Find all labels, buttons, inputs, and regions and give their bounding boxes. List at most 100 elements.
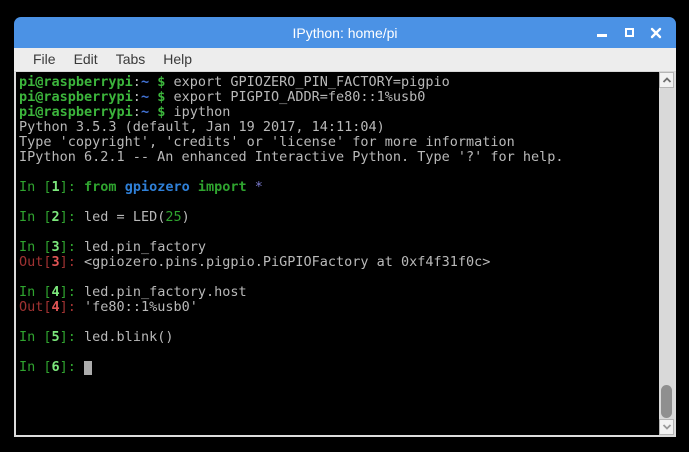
terminal-text-segment: ~ xyxy=(141,74,149,90)
terminal-text-segment: 'fe80::1%usb0' xyxy=(84,299,198,315)
terminal-text-segment: In [ xyxy=(19,179,52,195)
terminal-text-segment: Type 'copyright', 'credits' or 'license'… xyxy=(19,134,515,150)
terminal-line xyxy=(19,270,659,285)
terminal-text-segment: import xyxy=(198,179,247,195)
terminal-line: pi@raspberrypi:~ $ export PIGPIO_ADDR=fe… xyxy=(19,90,659,105)
close-icon xyxy=(650,27,662,39)
terminal-text-segment: <gpiozero.pins.pigpio.PiGPIOFactory at 0… xyxy=(84,254,490,270)
terminal-text-segment: In [ xyxy=(19,284,52,300)
chevron-up-icon xyxy=(662,76,672,84)
minimize-icon xyxy=(597,34,607,37)
terminal-window: IPython: home/pi File Edit Tabs Help xyxy=(14,17,676,437)
terminal-cursor xyxy=(84,361,92,375)
terminal-text-segment: from xyxy=(84,179,117,195)
terminal-text-segment: export GPIOZERO_PIN_FACTORY=pigpio xyxy=(165,74,449,90)
terminal-line: Type 'copyright', 'credits' or 'license'… xyxy=(19,135,659,150)
terminal-text-segment: 1 xyxy=(52,179,60,195)
terminal-text-segment: led.pin_factory xyxy=(84,239,206,255)
terminal-text-segment: ]: xyxy=(60,284,84,300)
terminal-text-segment: ]: xyxy=(60,209,84,225)
terminal-output[interactable]: pi@raspberrypi:~ $ export GPIOZERO_PIN_F… xyxy=(16,72,659,435)
terminal-text-segment: led.pin_factory.host xyxy=(84,284,247,300)
terminal-line: Out[4]: 'fe80::1%usb0' xyxy=(19,300,659,315)
terminal-text-segment: : xyxy=(133,104,141,120)
terminal-text-segment: 3 xyxy=(52,239,60,255)
terminal-line: Out[3]: <gpiozero.pins.pigpio.PiGPIOFact… xyxy=(19,255,659,270)
terminal-line: In [6]: xyxy=(19,360,659,375)
terminal-text-segment: $ xyxy=(149,74,165,90)
terminal-line: Python 3.5.3 (default, Jan 19 2017, 14:1… xyxy=(19,120,659,135)
terminal-text-segment: 3 xyxy=(52,254,60,270)
menu-item-file[interactable]: File xyxy=(24,49,65,70)
terminal-text-segment: Out[ xyxy=(19,299,52,315)
terminal-line xyxy=(19,225,659,240)
titlebar[interactable]: IPython: home/pi xyxy=(14,17,676,48)
terminal-line: In [5]: led.blink() xyxy=(19,330,659,345)
terminal-text-segment: ]: xyxy=(60,299,84,315)
terminal-text-segment: 6 xyxy=(52,359,60,375)
terminal-text-segment: $ xyxy=(149,104,165,120)
terminal-text-segment: ]: xyxy=(60,329,84,345)
terminal-text-segment: * xyxy=(255,179,263,195)
terminal-text-segment: ) xyxy=(182,209,190,225)
scroll-up-button[interactable] xyxy=(659,72,674,88)
terminal-text-segment: led.blink() xyxy=(84,329,173,345)
terminal-text-segment: : xyxy=(133,74,141,90)
terminal-line: In [2]: led = LED(25) xyxy=(19,210,659,225)
menu-item-help[interactable]: Help xyxy=(154,49,201,70)
menu-item-edit[interactable]: Edit xyxy=(65,49,107,70)
terminal-text-segment: ]: xyxy=(60,254,84,270)
terminal-text-segment: 4 xyxy=(52,299,60,315)
terminal-text-segment: pi@raspberrypi xyxy=(19,89,133,105)
terminal-text-segment: IPython 6.2.1 -- An enhanced Interactive… xyxy=(19,149,564,165)
scrollbar-track[interactable] xyxy=(659,88,674,419)
menu-item-tabs[interactable]: Tabs xyxy=(107,49,155,70)
terminal-text-segment: In [ xyxy=(19,209,52,225)
terminal-text-segment: gpiozero xyxy=(125,179,190,195)
minimize-button[interactable] xyxy=(595,25,609,41)
terminal-text-segment: 5 xyxy=(52,329,60,345)
terminal-area: pi@raspberrypi:~ $ export GPIOZERO_PIN_F… xyxy=(14,72,676,437)
terminal-line: IPython 6.2.1 -- An enhanced Interactive… xyxy=(19,150,659,165)
terminal-text-segment: In [ xyxy=(19,359,52,375)
terminal-text-segment: pi@raspberrypi xyxy=(19,104,133,120)
terminal-line: In [4]: led.pin_factory.host xyxy=(19,285,659,300)
terminal-line: In [3]: led.pin_factory xyxy=(19,240,659,255)
terminal-text-segment: pi@raspberrypi xyxy=(19,74,133,90)
window-controls xyxy=(595,17,663,48)
terminal-text-segment: ]: xyxy=(60,359,84,375)
maximize-icon xyxy=(625,28,634,37)
desktop-background: IPython: home/pi File Edit Tabs Help xyxy=(0,0,689,452)
terminal-text-segment: ipython xyxy=(165,104,230,120)
terminal-text-segment: 25 xyxy=(165,209,181,225)
window-title: IPython: home/pi xyxy=(14,25,676,41)
terminal-text-segment: 4 xyxy=(52,284,60,300)
terminal-text-segment: In [ xyxy=(19,239,52,255)
terminal-text-segment: $ xyxy=(149,89,165,105)
terminal-text-segment: In [ xyxy=(19,329,52,345)
menubar: File Edit Tabs Help xyxy=(14,48,676,72)
terminal-line xyxy=(19,345,659,360)
terminal-text-segment: Out[ xyxy=(19,254,52,270)
terminal-text-segment: ]: xyxy=(60,179,84,195)
terminal-line xyxy=(19,315,659,330)
terminal-text-segment xyxy=(247,179,255,195)
terminal-text-segment: Python 3.5.3 (default, Jan 19 2017, 14:1… xyxy=(19,119,385,135)
terminal-line xyxy=(19,165,659,180)
terminal-line: pi@raspberrypi:~ $ ipython xyxy=(19,105,659,120)
scrollbar xyxy=(659,72,674,435)
chevron-down-icon xyxy=(662,423,672,431)
scrollbar-thumb[interactable] xyxy=(661,385,672,418)
terminal-line: In [1]: from gpiozero import * xyxy=(19,180,659,195)
terminal-text-segment: : xyxy=(133,89,141,105)
terminal-text-segment: export PIGPIO_ADDR=fe80::1%usb0 xyxy=(165,89,425,105)
terminal-text-segment xyxy=(190,179,198,195)
terminal-text-segment: ~ xyxy=(141,104,149,120)
terminal-text-segment: 2 xyxy=(52,209,60,225)
maximize-button[interactable] xyxy=(622,25,636,41)
close-button[interactable] xyxy=(649,25,663,41)
terminal-text-segment xyxy=(117,179,125,195)
terminal-text-segment: ]: xyxy=(60,239,84,255)
scroll-down-button[interactable] xyxy=(659,419,674,435)
terminal-line: pi@raspberrypi:~ $ export GPIOZERO_PIN_F… xyxy=(19,75,659,90)
